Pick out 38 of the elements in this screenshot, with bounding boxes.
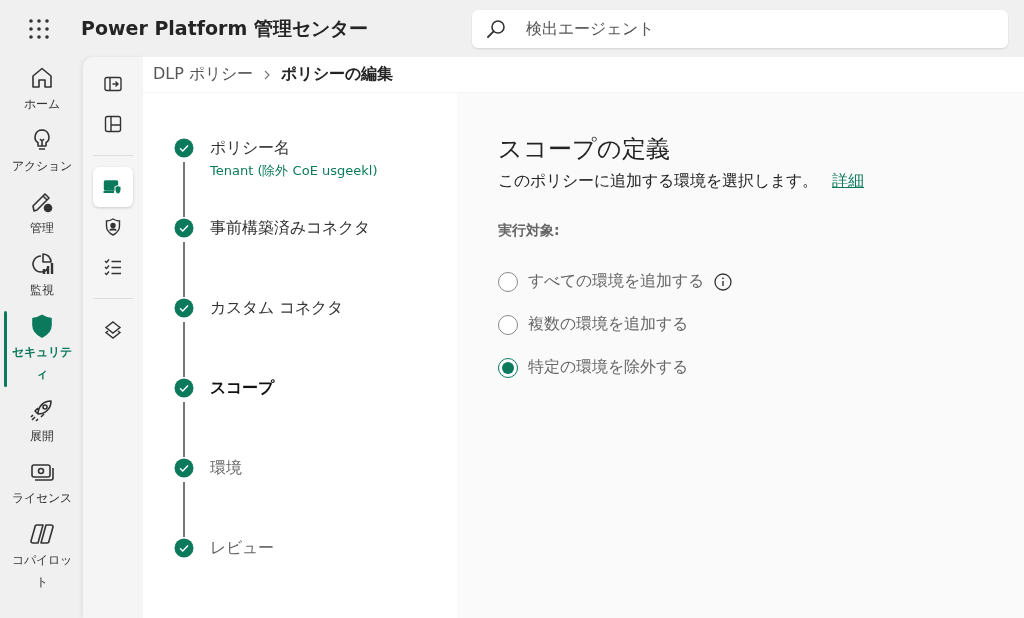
nav-item[interactable]: ライセンス: [1, 457, 82, 511]
radio-label[interactable]: 特定の環境を除外する: [528, 357, 688, 378]
section-description: このポリシーに追加する環境を選択します。: [498, 171, 818, 190]
section-title: スコープの定義: [498, 134, 671, 165]
radio-label[interactable]: 複数の環境を追加する: [528, 314, 688, 335]
chevron-icon: [262, 69, 271, 80]
nav-item[interactable]: セキュリティ: [1, 311, 82, 387]
app-launcher-icon[interactable]: [29, 18, 49, 39]
radio-group-label: 実行対象:: [498, 222, 561, 240]
step-check-icon: [174, 458, 194, 478]
search-field[interactable]: 検出エージェント: [472, 9, 1008, 48]
app-title: Power Platform 管理センター: [81, 15, 368, 41]
device-shield-icon[interactable]: [93, 167, 133, 207]
radio-label[interactable]: すべての環境を追加する: [528, 271, 704, 292]
details-link[interactable]: 詳細: [832, 171, 864, 190]
radio-button[interactable]: [498, 314, 518, 335]
step-summary: Tenant (除外 CoE usgeekl): [210, 162, 378, 180]
nav-item[interactable]: ホーム: [1, 63, 82, 117]
step-check-icon: [174, 538, 194, 558]
nav-item[interactable]: 展開: [1, 395, 82, 449]
step-check-icon: [174, 138, 194, 158]
nav-item[interactable]: 監視: [1, 249, 82, 303]
radio-button[interactable]: [498, 357, 518, 378]
step-check-icon: [174, 218, 194, 238]
step-check-icon: [174, 298, 194, 318]
breadcrumb-link[interactable]: DLP ポリシー: [153, 64, 253, 85]
step-label[interactable]: 事前構築済みコネクタ: [210, 218, 370, 238]
step-check-icon: [174, 378, 194, 398]
radio-button[interactable]: [498, 271, 518, 292]
step-label[interactable]: カスタム コネクタ: [210, 298, 344, 318]
step-label[interactable]: スコープ: [210, 378, 274, 398]
rocket-icon: [28, 397, 55, 423]
nav-item[interactable]: 管理: [1, 187, 82, 241]
breadcrumb-current: ポリシーの編集: [280, 64, 393, 85]
nav-item[interactable]: アクション: [1, 125, 82, 179]
nav-item[interactable]: コパイロット: [1, 519, 82, 595]
info-icon[interactable]: [714, 272, 732, 291]
step-label[interactable]: ポリシー名: [210, 138, 378, 158]
